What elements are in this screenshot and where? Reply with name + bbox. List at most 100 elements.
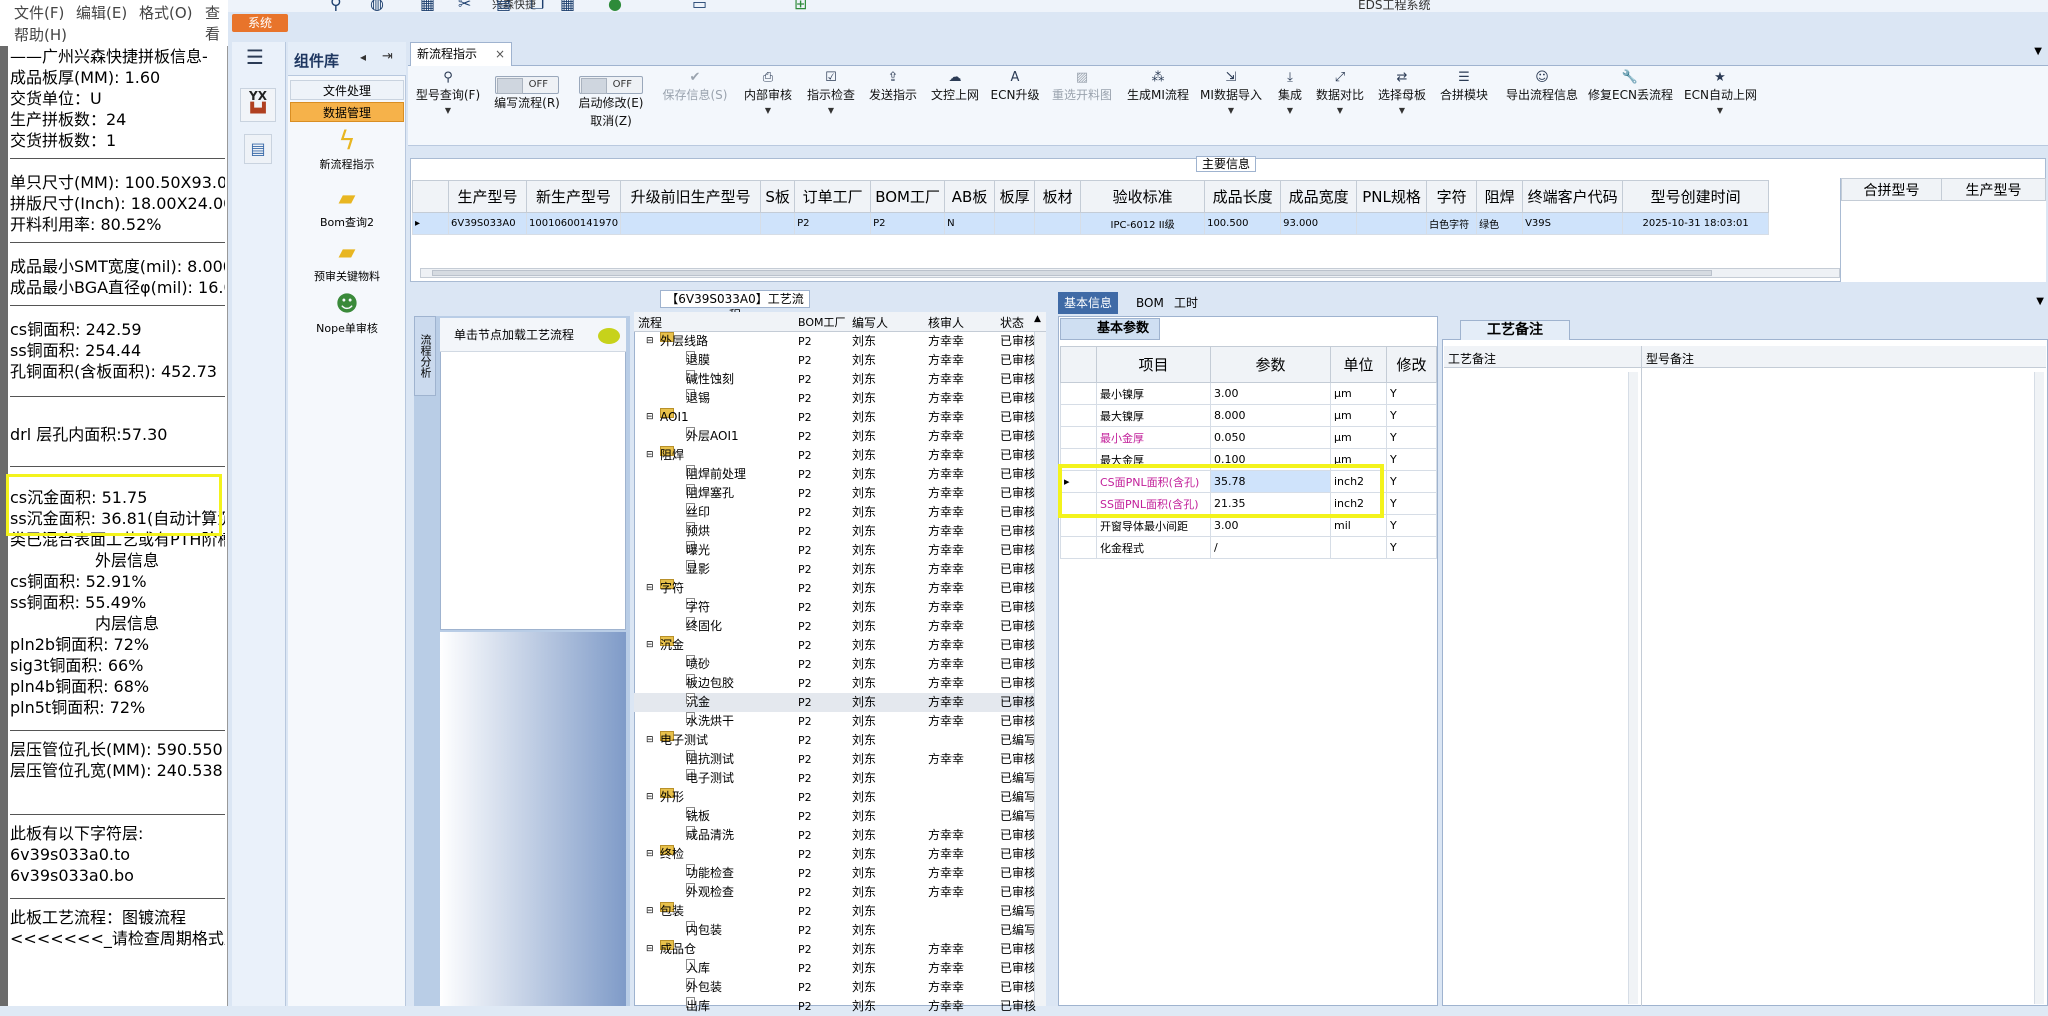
collapse-icon[interactable]: ⊟ (646, 845, 654, 864)
monitor-icon[interactable]: ▭ (692, 0, 707, 13)
tree-row[interactable]: ⊟ 阻焊 P2 刘东 方幸幸 已审核 (634, 446, 1046, 465)
tree-row[interactable]: ⊟ 成品仓 P2 刘东 方幸幸 已审核 (634, 940, 1046, 959)
tree-row[interactable]: 阻焊塞孔 P2 刘东 方幸幸 已审核 (634, 484, 1046, 503)
data-compare-button[interactable]: ⤢ 数据对比 ▼ (1314, 70, 1366, 142)
send-instruction-button[interactable]: ⇪ 发送指示 (864, 70, 922, 142)
col-header[interactable]: 状态 (1000, 314, 1024, 331)
tree-row[interactable]: 丝印 P2 刘东 方幸幸 已审核 (634, 503, 1046, 522)
merge-module-button[interactable]: ☰ 合拼模块 (1436, 70, 1492, 142)
param-modify[interactable]: Y (1386, 514, 1437, 537)
select-motherboard-button[interactable]: ⇄ 选择母板 ▼ (1376, 70, 1428, 142)
search-icon[interactable]: ⚲ (330, 0, 342, 13)
param-modify[interactable]: Y (1386, 470, 1437, 493)
col-header[interactable]: BOM工厂 (870, 180, 946, 213)
col-header[interactable]: 合拼型号 (1841, 178, 1942, 201)
menu-help[interactable]: 帮助(H) (14, 24, 67, 45)
collapse-icon[interactable]: ⊟ (646, 446, 654, 465)
merge-model-grid[interactable]: 合拼型号 生产型号 (1840, 178, 2046, 282)
process-remarks-textarea[interactable] (1444, 370, 1640, 1004)
col-header[interactable]: 型号创建时间 (1622, 180, 1770, 213)
comp-item-nope-review[interactable]: ☻ Nope单审核 (290, 290, 404, 336)
col-header[interactable]: 型号备注 (1646, 350, 1694, 367)
table-cell[interactable]: P2 (794, 212, 872, 235)
scroll-up-icon[interactable]: ▲ (1034, 314, 1041, 324)
collapse-icon[interactable]: ⊟ (646, 731, 654, 750)
table-cell[interactable]: V39S (1522, 212, 1624, 235)
col-header[interactable]: BOM工厂 (798, 314, 846, 330)
col-header[interactable]: 核审人 (928, 314, 964, 331)
start-edit-toggle[interactable]: OFF 启动修改(E) 取消(Z) (574, 76, 648, 148)
tree-row[interactable]: ⊟ 终检 P2 刘东 方幸幸 已审核 (634, 845, 1046, 864)
user-icon[interactable]: ● (608, 0, 622, 13)
windows-icon[interactable]: ⊞ (794, 0, 807, 13)
tree-row[interactable]: ⊟ 电子测试 P2 刘东 已编写 (634, 731, 1046, 750)
tree-row[interactable]: 功能检查 P2 刘东 方幸幸 已审核 (634, 864, 1046, 883)
tree-row[interactable]: ⊟ 包装 P2 刘东 已编写 (634, 902, 1046, 921)
tab-list-dropdown-icon[interactable]: ▼ (2034, 46, 2042, 57)
table-cell[interactable] (620, 212, 762, 235)
col-header[interactable]: 参数 (1210, 346, 1331, 383)
col-header[interactable]: 成品宽度 (1280, 180, 1358, 213)
copy-icon[interactable]: ❐ (530, 0, 544, 13)
tree-row[interactable]: 成品清洗 P2 刘东 方幸幸 已审核 (634, 826, 1046, 845)
tree-row[interactable]: 出库 P2 刘东 方幸幸 已审核 (634, 997, 1046, 1016)
param-value[interactable]: 8.000 (1210, 404, 1331, 427)
table-cell[interactable] (760, 212, 796, 235)
remarks-scrollbar[interactable] (1628, 372, 1638, 1004)
param-modify[interactable]: Y (1386, 448, 1437, 471)
comp-item-prereview[interactable]: ▰ 预审关键物料 (290, 238, 404, 284)
param-modify[interactable]: Y (1386, 382, 1437, 405)
calculator-icon[interactable]: ▤ (244, 134, 272, 164)
model-query-button[interactable]: ⚲ 型号查询(F) ▼ (414, 70, 482, 142)
param-row[interactable]: 最小金厚 0.050 μm Y (1060, 426, 1437, 449)
col-header[interactable]: AB板 (944, 180, 996, 213)
table-cell[interactable]: 2025-10-31 18:03:01 (1622, 212, 1770, 235)
tree-row[interactable]: 终固化 P2 刘东 方幸幸 已审核 (634, 617, 1046, 636)
main-info-grid[interactable]: 生产型号 新生产型号 升级前旧生产型号 S板 订单工厂 BOM工厂 AB板 板厚… (412, 180, 1770, 235)
table-icon[interactable]: ▦ (420, 0, 435, 13)
col-header[interactable]: 编写人 (852, 314, 888, 331)
ecn-upgrade-button[interactable]: A ECN升级 (990, 70, 1040, 142)
generate-mi-flow-button[interactable]: ⁂ 生成MI流程 (1124, 70, 1192, 142)
apps-icon[interactable]: ▦ (560, 0, 575, 13)
internal-review-button[interactable]: ⎙ 内部审核 ▼ (740, 70, 796, 142)
col-header[interactable]: 升级前旧生产型号 (620, 180, 762, 213)
close-tab-icon[interactable]: × (495, 43, 505, 65)
table-cell[interactable]: 10010600141970 (525, 212, 622, 235)
table-row[interactable]: ▸ 6V39S033A0 10010600141970 P2 P2 N IPC-… (412, 212, 1770, 235)
col-header[interactable]: S板 (760, 180, 796, 213)
tree-row[interactable]: 阻焊前处理 P2 刘东 方幸幸 已审核 (634, 465, 1046, 484)
instruction-check-button[interactable]: ☑ 指示检查 ▼ (802, 70, 860, 142)
param-modify[interactable]: Y (1386, 404, 1437, 427)
col-header[interactable]: PNL规格 (1356, 180, 1428, 213)
col-header[interactable]: 单位 (1330, 346, 1387, 383)
tree-row[interactable]: 外层AOI1 P2 刘东 方幸幸 已审核 (634, 427, 1046, 446)
collapse-icon[interactable]: ⊟ (646, 332, 654, 351)
comp-item-new-flow[interactable]: ϟ 新流程指示 (290, 126, 404, 172)
tree-row[interactable]: 字符 P2 刘东 方幸幸 已审核 (634, 598, 1046, 617)
tree-row[interactable]: ⊟ 沉金 P2 刘东 方幸幸 已审核 (634, 636, 1046, 655)
tab-data-management[interactable]: 数据管理 (290, 102, 404, 122)
scissors-icon[interactable]: ✂ (458, 0, 471, 13)
col-header[interactable]: 终端客户代码 (1522, 180, 1624, 213)
tree-row[interactable]: 内包装 P2 刘东 已编写 (634, 921, 1046, 940)
col-header[interactable]: 修改 (1386, 346, 1437, 383)
table-cell[interactable]: IPC-6012 II级 (1080, 212, 1206, 235)
toggle-switch[interactable]: OFF (495, 76, 559, 94)
tab-list-dropdown-icon[interactable]: ▼ (2036, 296, 2044, 307)
table-cell[interactable] (1356, 212, 1428, 235)
table-cell[interactable]: 93.000 (1280, 212, 1358, 235)
param-modify[interactable]: Y (1386, 426, 1437, 449)
hamburger-menu-icon[interactable]: ☰ (246, 47, 270, 68)
param-row[interactable]: 化金程式 / Y (1060, 536, 1437, 559)
col-header[interactable]: 流程 (638, 314, 662, 331)
collapse-left-icon[interactable]: ◂ (360, 50, 366, 64)
tree-row[interactable]: 水洗烘干 P2 刘东 方幸幸 已审核 (634, 712, 1046, 731)
cancel-label[interactable]: 取消(Z) (574, 112, 648, 130)
param-value[interactable]: 3.00 (1210, 382, 1331, 405)
basic-params-grid[interactable]: 项目 参数 单位 修改 最小镍厚 3.00 μm Y 最大镍厚 8.000 μm Y 最小金厚 0… (1060, 346, 1437, 559)
tree-row[interactable]: 铣板 P2 刘东 已编写 (634, 807, 1046, 826)
flow-analysis-tab[interactable]: 流程分析 (414, 316, 436, 396)
tree-row[interactable]: 退膜 P2 刘东 方幸幸 已审核 (634, 351, 1046, 370)
tab-file-processing[interactable]: 文件处理 (290, 80, 404, 100)
